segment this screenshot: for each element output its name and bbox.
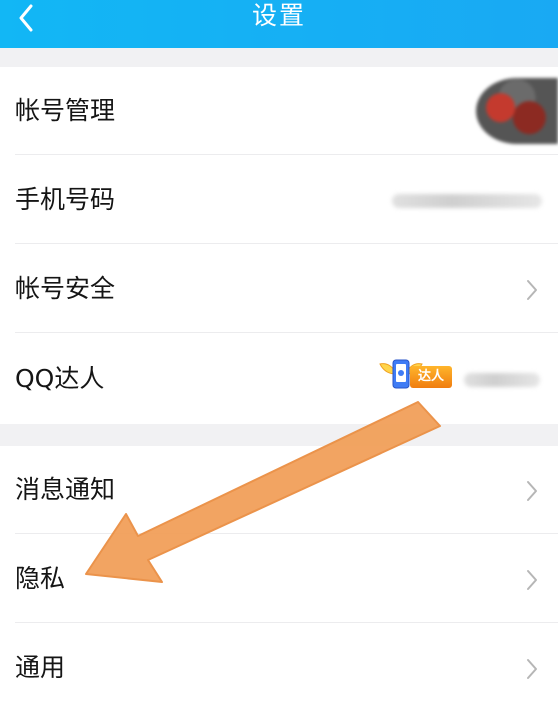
avatar[interactable] bbox=[476, 78, 558, 144]
settings-row-phone-number[interactable]: 手机号码 bbox=[0, 156, 558, 244]
row-label: 帐号管理 bbox=[15, 96, 116, 125]
settings-row-privacy[interactable]: 隐私 bbox=[0, 535, 558, 623]
row-label: QQ达人 bbox=[15, 364, 105, 393]
phone-number-value-blurred bbox=[392, 194, 542, 208]
row-label: 帐号安全 bbox=[15, 274, 116, 303]
divider bbox=[15, 332, 558, 333]
badge-label: 达人 bbox=[410, 366, 452, 388]
qq-expert-badge: 达人 bbox=[378, 356, 458, 396]
row-label: 隐私 bbox=[15, 564, 66, 593]
row-label: 手机号码 bbox=[15, 185, 116, 214]
divider bbox=[15, 622, 558, 623]
settings-row-qq-expert[interactable]: QQ达人 达人 bbox=[0, 335, 558, 423]
settings-screen: 设置 帐号管理 手机号码 帐号安全 QQ达人 达人 消息通知 隐私 通用 bbox=[0, 0, 558, 706]
chevron-right-icon bbox=[527, 481, 537, 501]
settings-row-message-notifications[interactable]: 消息通知 bbox=[0, 446, 558, 534]
row-label: 通用 bbox=[15, 653, 66, 682]
general-settings-group: 消息通知 隐私 通用 bbox=[0, 446, 558, 706]
settings-row-account-security[interactable]: 帐号安全 bbox=[0, 245, 558, 333]
divider bbox=[15, 243, 558, 244]
settings-row-account-management[interactable]: 帐号管理 bbox=[0, 67, 558, 155]
account-settings-group: 帐号管理 手机号码 帐号安全 QQ达人 达人 bbox=[0, 67, 558, 424]
divider bbox=[15, 533, 558, 534]
settings-row-general[interactable]: 通用 bbox=[0, 624, 558, 706]
row-label: 消息通知 bbox=[15, 475, 116, 504]
chevron-right-icon bbox=[527, 280, 537, 300]
page-title: 设置 bbox=[251, 1, 306, 30]
top-bar: 设置 bbox=[0, 0, 558, 48]
expert-days-blurred bbox=[464, 373, 540, 387]
divider bbox=[15, 154, 558, 155]
chevron-right-icon bbox=[527, 570, 537, 590]
chevron-right-icon bbox=[527, 659, 537, 679]
